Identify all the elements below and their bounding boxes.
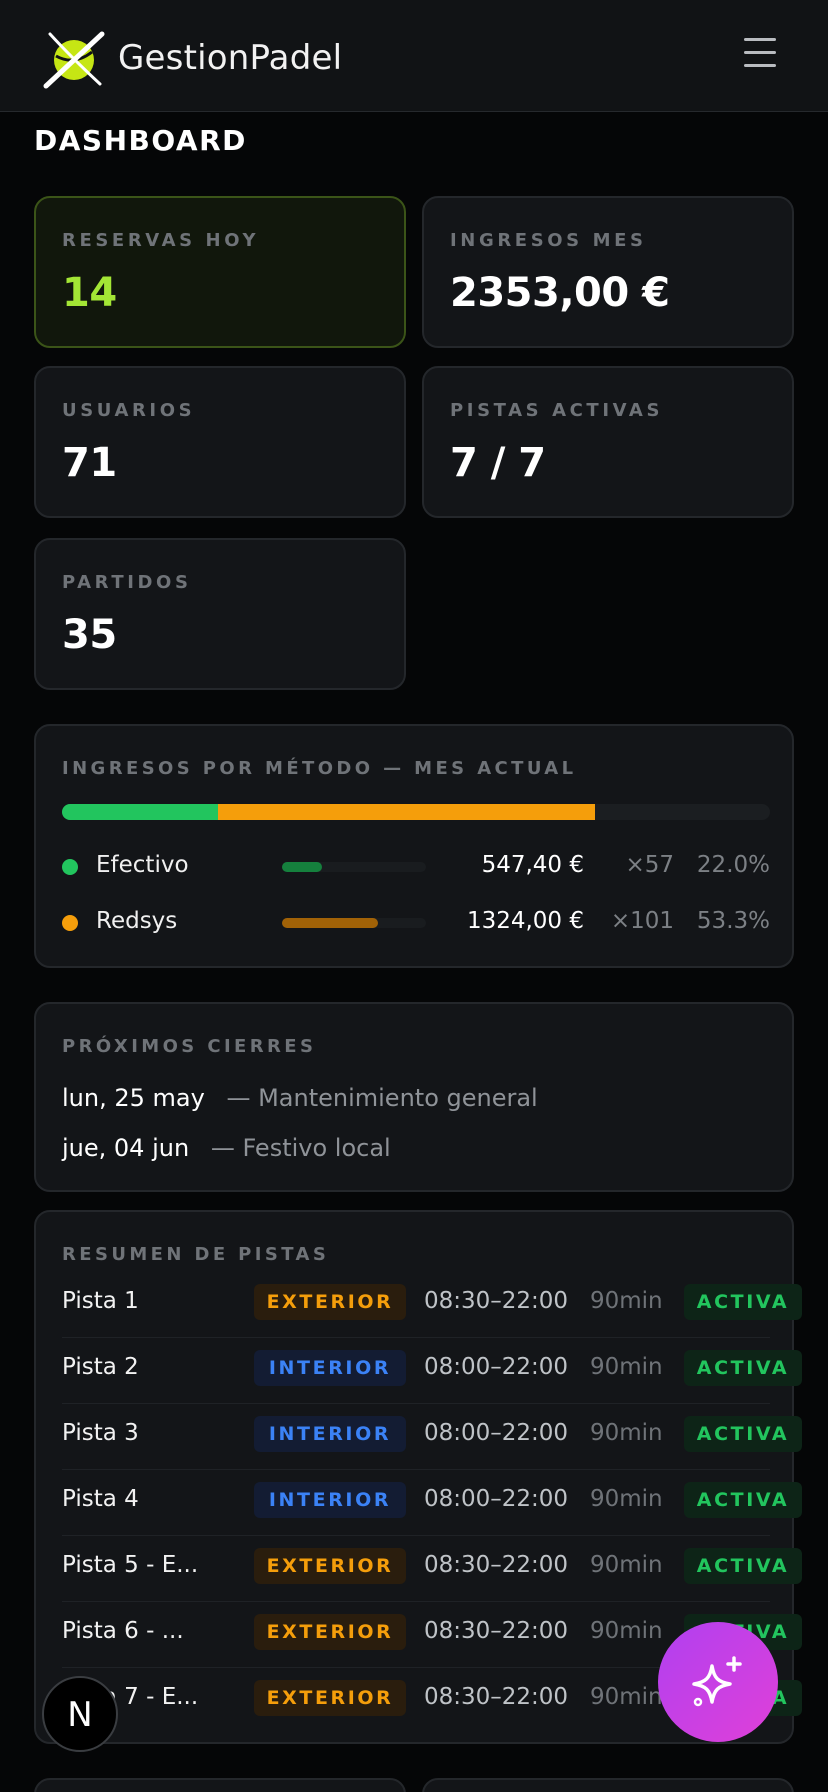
court-slot-duration: 90min — [590, 1354, 663, 1380]
court-name: Pista 5 - E... — [62, 1552, 199, 1578]
method-row-efectivo: Efectivo 547,40 € ×57 22.0% — [62, 850, 770, 884]
court-status-badge: ACTIVA — [684, 1482, 802, 1518]
next-section-card — [34, 1778, 406, 1792]
court-slot-duration: 90min — [590, 1618, 663, 1644]
padel-ball-logo-icon[interactable] — [40, 26, 108, 94]
method-mini-bar — [282, 862, 426, 872]
method-mini-bar-fill — [282, 862, 322, 872]
court-row[interactable]: Pista 5 - E... EXTERIOR 08:30–22:00 90mi… — [62, 1536, 802, 1602]
stat-value: 7 / 7 — [450, 440, 546, 486]
method-amount: 547,40 € — [481, 852, 584, 878]
section-title: INGRESOS POR MÉTODO — MES ACTUAL — [62, 758, 577, 779]
stat-card-usuarios[interactable]: USUARIOS 71 — [34, 366, 406, 518]
court-status-badge: ACTIVA — [684, 1284, 802, 1320]
method-percentage: 22.0% — [696, 852, 770, 878]
closure-date: lun, 25 may — [62, 1084, 205, 1112]
court-status-badge: ACTIVA — [684, 1416, 802, 1452]
closure-reason: — Mantenimiento general — [226, 1084, 538, 1112]
stat-value: 2353,00 € — [450, 270, 670, 316]
method-percentage: 53.3% — [696, 908, 770, 934]
stat-label: INGRESOS MES — [450, 230, 647, 251]
stat-card-partidos[interactable]: PARTIDOS 35 — [34, 538, 406, 690]
stat-value: 71 — [62, 440, 117, 486]
top-navigation-bar: GestionPadel — [0, 0, 828, 112]
method-color-dot — [62, 915, 78, 931]
court-type-badge: EXTERIOR — [254, 1548, 406, 1584]
court-type-badge: INTERIOR — [254, 1482, 406, 1518]
stat-label: RESERVAS HOY — [62, 230, 260, 251]
stat-card-reservas-hoy[interactable]: RESERVAS HOY 14 — [34, 196, 406, 348]
court-hours: 08:00–22:00 — [424, 1354, 569, 1380]
court-hours: 08:30–22:00 — [424, 1684, 569, 1710]
court-slot-duration: 90min — [590, 1552, 663, 1578]
page-title: DASHBOARD — [34, 124, 247, 157]
court-type-badge: EXTERIOR — [254, 1680, 406, 1716]
court-row[interactable]: Pista 3 INTERIOR 08:00–22:00 90min ACTIV… — [62, 1404, 802, 1470]
income-share-segment-redsys — [217, 804, 596, 820]
court-name: Pista 1 — [62, 1288, 139, 1314]
sparkles-icon — [692, 1656, 742, 1707]
closure-reason: — Festivo local — [210, 1134, 391, 1162]
income-by-method-card: INGRESOS POR MÉTODO — MES ACTUAL Efectiv… — [34, 724, 794, 968]
next-section-card — [422, 1778, 794, 1792]
section-title: PRÓXIMOS CIERRES — [62, 1036, 317, 1057]
dev-badge-label: N — [67, 1695, 93, 1735]
court-hours: 08:30–22:00 — [424, 1618, 569, 1644]
court-slot-duration: 90min — [590, 1288, 663, 1314]
court-name: Pista 3 — [62, 1420, 139, 1446]
closure-item: jue, 04 jun — Festivo local — [62, 1134, 391, 1162]
section-title: RESUMEN DE PISTAS — [62, 1244, 330, 1265]
method-amount: 1324,00 € — [466, 908, 584, 934]
method-color-dot — [62, 859, 78, 875]
court-hours: 08:00–22:00 — [424, 1486, 569, 1512]
stat-value: 35 — [62, 612, 117, 658]
court-name: Pista 6 - ... — [62, 1618, 184, 1644]
court-slot-duration: 90min — [590, 1420, 663, 1446]
court-row[interactable]: Pista 1 EXTERIOR 08:30–22:00 90min ACTIV… — [62, 1272, 802, 1338]
closure-date: jue, 04 jun — [62, 1134, 190, 1162]
court-name: Pista 2 — [62, 1354, 139, 1380]
stat-value: 14 — [62, 270, 117, 316]
court-row[interactable]: Pista 4 INTERIOR 08:00–22:00 90min ACTIV… — [62, 1470, 802, 1536]
court-type-badge: EXTERIOR — [254, 1284, 406, 1320]
method-count: ×101 — [610, 908, 674, 934]
court-name: Pista 4 — [62, 1486, 139, 1512]
income-share-bar — [62, 804, 770, 820]
method-mini-bar-fill — [282, 918, 378, 928]
court-slot-duration: 90min — [590, 1486, 663, 1512]
closure-item: lun, 25 may — Mantenimiento general — [62, 1084, 538, 1112]
court-hours: 08:30–22:00 — [424, 1552, 569, 1578]
method-row-redsys: Redsys 1324,00 € ×101 53.3% — [62, 906, 770, 940]
method-name: Redsys — [96, 908, 178, 934]
court-type-badge: INTERIOR — [254, 1416, 406, 1452]
court-type-badge: EXTERIOR — [254, 1614, 406, 1650]
court-hours: 08:30–22:00 — [424, 1288, 569, 1314]
method-count: ×57 — [625, 852, 674, 878]
hamburger-menu-icon[interactable] — [742, 38, 778, 72]
stat-card-ingresos-mes[interactable]: INGRESOS MES 2353,00 € — [422, 196, 794, 348]
stat-label: PISTAS ACTIVAS — [450, 400, 664, 421]
upcoming-closures-card: PRÓXIMOS CIERRES lun, 25 may — Mantenimi… — [34, 1002, 794, 1192]
court-hours: 08:00–22:00 — [424, 1420, 569, 1446]
income-share-segment-efectivo — [62, 804, 218, 820]
ai-assistant-button[interactable] — [658, 1622, 778, 1742]
court-slot-duration: 90min — [590, 1684, 663, 1710]
court-status-badge: ACTIVA — [684, 1350, 802, 1386]
stat-label: USUARIOS — [62, 400, 196, 421]
brand-name[interactable]: GestionPadel — [118, 38, 342, 78]
nextjs-logo-icon[interactable]: N — [42, 1676, 118, 1752]
stat-card-pistas-activas[interactable]: PISTAS ACTIVAS 7 / 7 — [422, 366, 794, 518]
court-row[interactable]: Pista 2 INTERIOR 08:00–22:00 90min ACTIV… — [62, 1338, 802, 1404]
stat-label: PARTIDOS — [62, 572, 192, 593]
method-name: Efectivo — [96, 852, 189, 878]
court-status-badge: ACTIVA — [684, 1548, 802, 1584]
method-mini-bar — [282, 918, 426, 928]
court-type-badge: INTERIOR — [254, 1350, 406, 1386]
